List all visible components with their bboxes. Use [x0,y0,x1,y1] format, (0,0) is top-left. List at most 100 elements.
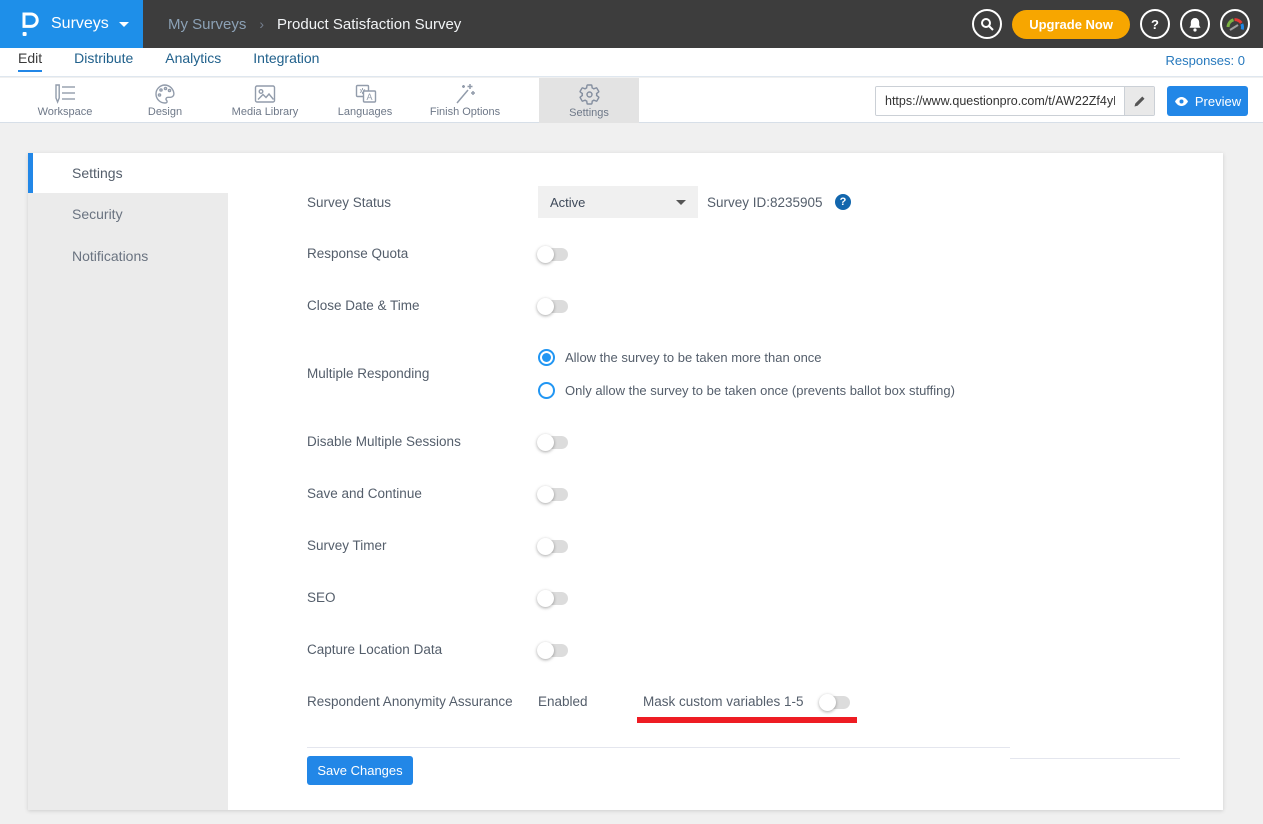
sidebar-item-security[interactable]: Security [28,193,228,235]
notifications-button[interactable] [1180,9,1210,39]
nav-tabs: Edit Distribute Analytics Integration [18,50,319,72]
disable-sessions-toggle[interactable] [538,436,568,449]
tab-distribute[interactable]: Distribute [74,50,133,72]
survey-id-label: Survey ID: [707,195,770,210]
response-quota-label: Response Quota [307,246,408,261]
toolbar-item-label: Workspace [38,106,93,118]
toolbar-item-languages[interactable]: ✲ A Languages [315,78,415,123]
bell-icon [1188,17,1202,32]
product-name: Surveys [51,15,109,33]
survey-url-field [875,86,1155,116]
help-button[interactable]: ? [1140,9,1170,39]
survey-url-input[interactable] [876,87,1124,115]
toggle-knob [537,642,554,659]
settings-icon [578,83,601,106]
app-header: Surveys My Surveys › Product Satisfactio… [0,0,1263,48]
toolbar-item-label: Languages [338,106,392,118]
breadcrumb: My Surveys › Product Satisfaction Survey [168,0,461,48]
pencil-icon [1133,95,1146,108]
toggle-knob [819,694,836,711]
survey-timer-label: Survey Timer [307,538,387,553]
toggle-knob [537,486,554,503]
save-continue-toggle[interactable] [538,488,568,501]
responses-count[interactable]: Responses: 0 [1166,53,1246,68]
breadcrumb-separator-icon: › [259,16,264,32]
survey-nav: Edit Distribute Analytics Integration Re… [0,48,1263,77]
radio-option-once-only[interactable]: Only allow the survey to be taken once (… [538,382,955,399]
toolbar-item-label: Settings [569,107,609,119]
toolbar-item-design[interactable]: Design [115,78,215,123]
breadcrumb-my-surveys[interactable]: My Surveys [168,16,246,33]
sidebar-item-notifications[interactable]: Notifications [28,235,228,277]
questionpro-logo-icon [20,11,39,38]
anonymity-label: Respondent Anonymity Assurance [307,694,513,709]
product-switcher[interactable]: Surveys [0,0,143,48]
radio-selected-icon[interactable] [538,349,555,366]
capture-location-toggle[interactable] [538,644,568,657]
edit-toolbar: Workspace Design Media Library ✲ A [0,78,1263,123]
breadcrumb-current-survey: Product Satisfaction Survey [277,16,461,33]
multiple-responding-label: Multiple Responding [307,366,429,381]
edit-url-button[interactable] [1124,87,1154,115]
toolbar-item-workspace[interactable]: Workspace [15,78,115,123]
avatar-gauge-icon [1224,13,1246,35]
toolbar-item-label: Media Library [232,106,299,118]
close-date-label: Close Date & Time [307,298,420,313]
toolbar-items: Workspace Design Media Library ✲ A [15,78,639,123]
toolbar-item-media-library[interactable]: Media Library [215,78,315,123]
mask-variables-label: Mask custom variables 1-5 [643,694,804,709]
survey-timer-toggle[interactable] [538,540,568,553]
form-divider [307,747,1010,748]
svg-text:A: A [366,92,372,102]
media-library-icon [252,83,278,105]
settings-sidebar: Settings Security Notifications [28,153,228,810]
save-continue-label: Save and Continue [307,486,422,501]
radio-unselected-icon[interactable] [538,382,555,399]
disable-sessions-label: Disable Multiple Sessions [307,434,461,449]
workspace-icon [52,83,78,105]
survey-status-value: Active [550,195,585,210]
survey-status-label: Survey Status [307,195,391,210]
chevron-down-icon [676,200,686,205]
anonymity-status: Enabled [538,694,588,709]
mask-variables-toggle[interactable] [820,696,850,709]
tab-analytics[interactable]: Analytics [165,50,221,72]
red-highlight-underline [637,717,857,723]
toolbar-item-settings[interactable]: Settings [539,78,639,123]
main-content: Settings Security Notifications Survey S… [0,123,1263,824]
toggle-knob [537,298,554,315]
search-button[interactable] [972,9,1002,39]
seo-toggle[interactable] [538,592,568,605]
toggle-knob [537,590,554,607]
save-changes-button[interactable]: Save Changes [307,756,413,785]
seo-label: SEO [307,590,336,605]
survey-id-help-icon[interactable]: ? [835,194,851,210]
toolbar-item-label: Design [148,106,182,118]
eye-icon [1174,96,1189,107]
design-icon [153,83,177,105]
tab-integration[interactable]: Integration [253,50,319,72]
preview-button[interactable]: Preview [1167,86,1248,116]
toolbar-item-label: Finish Options [430,106,500,118]
preview-label: Preview [1195,94,1241,109]
toggle-knob [537,434,554,451]
form-divider-segment [1010,758,1180,759]
radio-option-label: Allow the survey to be taken more than o… [565,350,822,365]
chevron-down-icon [119,22,129,27]
settings-card: Settings Security Notifications Survey S… [28,153,1223,810]
tab-edit[interactable]: Edit [18,50,42,72]
toggle-knob [537,246,554,263]
close-date-toggle[interactable] [538,300,568,313]
radio-option-multiple-allowed[interactable]: Allow the survey to be taken more than o… [538,349,822,366]
capture-location-label: Capture Location Data [307,642,442,657]
header-actions: Upgrade Now ? [972,0,1250,48]
upgrade-now-button[interactable]: Upgrade Now [1012,10,1130,39]
toolbar-item-finish-options[interactable]: Finish Options [415,78,515,123]
account-menu-button[interactable] [1220,9,1250,39]
response-quota-toggle[interactable] [538,248,568,261]
sidebar-item-settings[interactable]: Settings [28,153,228,193]
toggle-knob [537,538,554,555]
survey-status-select[interactable]: Active [538,186,698,218]
search-icon [980,17,994,31]
survey-id-value: 8235905 [770,195,823,210]
